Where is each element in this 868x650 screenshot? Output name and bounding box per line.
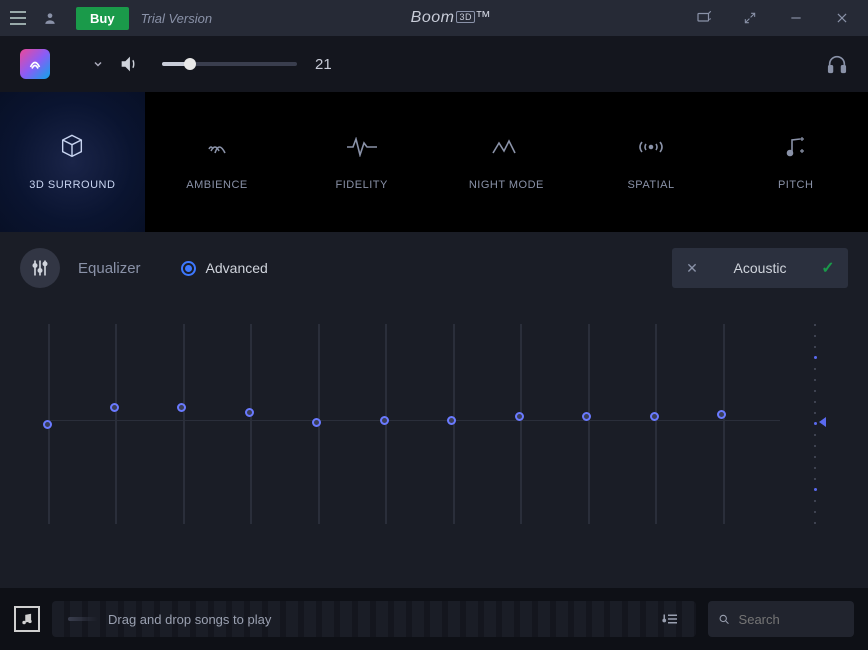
eq-band-knob[interactable] [582, 412, 591, 421]
eq-band-knob[interactable] [447, 416, 456, 425]
eq-band-slider[interactable] [385, 324, 387, 524]
menu-button[interactable] [4, 4, 32, 32]
minimize-icon[interactable] [782, 4, 810, 32]
preset-confirm-button[interactable]: ✓ [808, 258, 848, 278]
spatial-icon [636, 133, 666, 161]
search-box[interactable] [708, 601, 854, 637]
eq-band-slider[interactable] [655, 324, 657, 524]
headphone-icon[interactable] [826, 53, 848, 75]
eq-band-knob[interactable] [515, 412, 524, 421]
eq-band-knob[interactable] [717, 410, 726, 419]
volume-thumb[interactable] [184, 58, 196, 70]
titlebar: Buy Trial Version Boom3D™ [0, 0, 868, 36]
eq-band-slider[interactable] [453, 324, 455, 524]
equalizer-icon[interactable] [20, 248, 60, 288]
search-input[interactable] [739, 612, 844, 627]
user-icon[interactable] [36, 4, 64, 32]
eq-band-slider[interactable] [48, 324, 50, 524]
pulse-icon [347, 133, 377, 161]
eq-band-slider[interactable] [520, 324, 522, 524]
mode-tab-pitch[interactable]: PITCH [723, 92, 868, 232]
pitch-icon [784, 133, 808, 161]
search-icon [718, 612, 731, 627]
eq-band-knob[interactable] [312, 418, 321, 427]
buy-button[interactable]: Buy [76, 7, 129, 30]
equalizer-title: Equalizer [78, 260, 141, 277]
eq-band-knob[interactable] [110, 403, 119, 412]
eq-band-slider[interactable] [588, 324, 590, 524]
equalizer-sliders [0, 294, 868, 574]
wishlist-icon[interactable] [690, 4, 718, 32]
eq-band-slider[interactable] [250, 324, 252, 524]
music-library-icon[interactable] [14, 606, 40, 632]
mode-tabs: 3D SURROUND AMBIENCE FIDELITY NIGHT MODE SPA… [0, 92, 868, 232]
volume-icon[interactable] [118, 53, 140, 75]
drop-waveform-icon [68, 617, 98, 621]
drop-hint: Drag and drop songs to play [108, 612, 271, 627]
mode-label: FIDELITY [336, 179, 388, 191]
eq-band-knob[interactable] [177, 403, 186, 412]
night-icon [491, 133, 521, 161]
eq-baseline [48, 420, 780, 421]
equalizer-header: Equalizer Advanced ✕ Acoustic ✓ [0, 242, 868, 294]
preset-selector: ✕ Acoustic ✓ [672, 248, 848, 288]
volume-value: 21 [315, 56, 332, 73]
eq-band-slider[interactable] [115, 324, 117, 524]
mode-label: AMBIENCE [186, 179, 247, 191]
mode-label: NIGHT MODE [469, 179, 544, 191]
preset-cancel-button[interactable]: ✕ [672, 260, 712, 277]
waves-icon [203, 133, 231, 161]
bottom-bar: Drag and drop songs to play [0, 588, 868, 650]
mode-tab-3d-surround[interactable]: 3D SURROUND [0, 92, 145, 232]
mode-tab-night-mode[interactable]: NIGHT MODE [434, 92, 579, 232]
app-title: Boom3D™ [411, 9, 492, 26]
eq-band-knob[interactable] [380, 416, 389, 425]
app-icon[interactable] [20, 49, 50, 79]
eq-band-knob[interactable] [43, 420, 52, 429]
titlebar-center: Boom3D™ [212, 9, 690, 27]
preset-name[interactable]: Acoustic [712, 260, 808, 276]
volume-slider[interactable] [162, 62, 297, 66]
radio-icon [181, 261, 196, 276]
mode-tab-spatial[interactable]: SPATIAL [579, 92, 724, 232]
mode-label: SPATIAL [627, 179, 674, 191]
eq-band-slider[interactable] [723, 324, 725, 524]
advanced-label: Advanced [206, 260, 268, 276]
volume-bar: 21 [0, 36, 868, 92]
mode-label: PITCH [778, 179, 814, 191]
eq-band-knob[interactable] [245, 408, 254, 417]
cube-icon [58, 133, 86, 161]
restore-down-icon[interactable] [736, 4, 764, 32]
advanced-toggle[interactable]: Advanced [181, 260, 268, 276]
queue-icon[interactable] [662, 610, 680, 628]
chevron-down-icon[interactable] [92, 58, 104, 70]
mode-label: 3D SURROUND [29, 179, 115, 191]
trial-label: Trial Version [141, 11, 213, 26]
mode-tab-fidelity[interactable]: FIDELITY [289, 92, 434, 232]
drop-zone[interactable]: Drag and drop songs to play [52, 601, 696, 637]
gain-scale [810, 324, 820, 524]
eq-band-slider[interactable] [318, 324, 320, 524]
mode-tab-ambience[interactable]: AMBIENCE [145, 92, 290, 232]
close-icon[interactable] [828, 4, 856, 32]
eq-band-slider[interactable] [183, 324, 185, 524]
eq-band-knob[interactable] [650, 412, 659, 421]
gain-marker[interactable] [819, 417, 826, 427]
